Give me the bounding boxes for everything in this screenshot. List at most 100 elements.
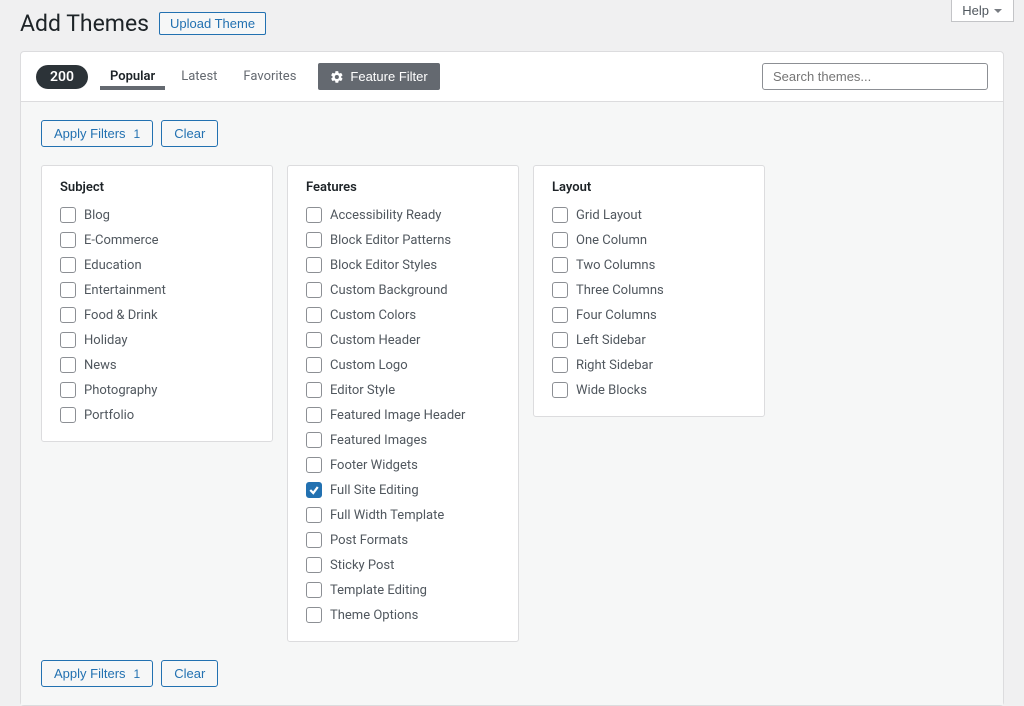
filter-option[interactable]: Food & Drink xyxy=(60,307,254,323)
filter-option[interactable]: Full Site Editing xyxy=(306,482,500,498)
filter-option-label: Photography xyxy=(84,383,157,398)
apply-filters-button-top[interactable]: Apply Filters 1 xyxy=(41,120,153,147)
checkbox[interactable] xyxy=(306,482,322,498)
clear-filters-button-top[interactable]: Clear xyxy=(161,120,218,147)
chevron-down-icon xyxy=(993,6,1003,16)
checkbox[interactable] xyxy=(306,582,322,598)
filter-option[interactable]: E-Commerce xyxy=(60,232,254,248)
checkbox[interactable] xyxy=(60,257,76,273)
checkbox[interactable] xyxy=(60,407,76,423)
filter-option[interactable]: Left Sidebar xyxy=(552,332,746,348)
checkbox[interactable] xyxy=(60,357,76,373)
apply-filters-label: Apply Filters xyxy=(54,666,126,681)
filter-option[interactable]: Footer Widgets xyxy=(306,457,500,473)
checkbox[interactable] xyxy=(552,307,568,323)
filter-option[interactable]: Blog xyxy=(60,207,254,223)
upload-theme-button[interactable]: Upload Theme xyxy=(159,12,266,35)
filter-group-title: Subject xyxy=(60,180,254,195)
checkbox[interactable] xyxy=(306,232,322,248)
checkbox[interactable] xyxy=(306,432,322,448)
filter-option[interactable]: Portfolio xyxy=(60,407,254,423)
theme-count: 200 xyxy=(36,65,88,89)
filter-option-label: Portfolio xyxy=(84,408,134,423)
filter-option[interactable]: Three Columns xyxy=(552,282,746,298)
search-input[interactable] xyxy=(762,63,988,90)
filter-option[interactable]: Grid Layout xyxy=(552,207,746,223)
checkbox[interactable] xyxy=(552,232,568,248)
filter-option[interactable]: Photography xyxy=(60,382,254,398)
filter-option[interactable]: Custom Background xyxy=(306,282,500,298)
filter-option[interactable]: Right Sidebar xyxy=(552,357,746,373)
checkbox[interactable] xyxy=(552,282,568,298)
filter-option[interactable]: Post Formats xyxy=(306,532,500,548)
filter-option[interactable]: Education xyxy=(60,257,254,273)
filter-option[interactable]: Four Columns xyxy=(552,307,746,323)
checkbox[interactable] xyxy=(60,307,76,323)
checkbox[interactable] xyxy=(60,332,76,348)
checkbox[interactable] xyxy=(306,557,322,573)
checkbox[interactable] xyxy=(306,607,322,623)
filter-tab-popular[interactable]: Popular xyxy=(100,63,165,90)
filter-option[interactable]: Featured Image Header xyxy=(306,407,500,423)
checkbox[interactable] xyxy=(552,257,568,273)
filter-option[interactable]: Editor Style xyxy=(306,382,500,398)
filter-option[interactable]: Custom Header xyxy=(306,332,500,348)
filter-option[interactable]: Template Editing xyxy=(306,582,500,598)
checkbox[interactable] xyxy=(552,357,568,373)
filter-option-label: Custom Background xyxy=(330,283,448,298)
checkbox[interactable] xyxy=(552,382,568,398)
checkbox[interactable] xyxy=(306,457,322,473)
filter-drawer: Apply Filters 1 Clear Subject Blog E-Comme… xyxy=(21,102,1003,705)
filter-tab-latest[interactable]: Latest xyxy=(171,63,227,90)
filter-option[interactable]: Theme Options xyxy=(306,607,500,623)
checkbox[interactable] xyxy=(306,282,322,298)
checkbox[interactable] xyxy=(60,282,76,298)
filter-option-label: Right Sidebar xyxy=(576,358,653,373)
filter-option[interactable]: Entertainment xyxy=(60,282,254,298)
filter-option-label: Two Columns xyxy=(576,258,655,273)
checkbox[interactable] xyxy=(306,332,322,348)
clear-filters-button-bottom[interactable]: Clear xyxy=(161,660,218,687)
feature-filter-button[interactable]: Feature Filter xyxy=(318,63,439,90)
filter-option[interactable]: Block Editor Styles xyxy=(306,257,500,273)
checkbox[interactable] xyxy=(306,407,322,423)
filter-option[interactable]: Full Width Template xyxy=(306,507,500,523)
checkbox[interactable] xyxy=(552,207,568,223)
apply-filters-button-bottom[interactable]: Apply Filters 1 xyxy=(41,660,153,687)
filter-option[interactable]: Block Editor Patterns xyxy=(306,232,500,248)
gear-icon xyxy=(330,70,344,84)
filter-option-label: E-Commerce xyxy=(84,233,159,248)
filter-option-label: Theme Options xyxy=(330,608,418,623)
checkbox[interactable] xyxy=(60,232,76,248)
filter-option-label: Post Formats xyxy=(330,533,408,548)
apply-filters-label: Apply Filters xyxy=(54,126,126,141)
filter-option[interactable]: Featured Images xyxy=(306,432,500,448)
checkbox[interactable] xyxy=(306,207,322,223)
checkbox[interactable] xyxy=(60,382,76,398)
filter-option-label: Left Sidebar xyxy=(576,333,646,348)
filter-option[interactable]: Custom Logo xyxy=(306,357,500,373)
filter-option-label: Template Editing xyxy=(330,583,427,598)
checkbox[interactable] xyxy=(306,532,322,548)
help-tab[interactable]: Help xyxy=(951,0,1014,22)
checkbox[interactable] xyxy=(552,332,568,348)
checkbox[interactable] xyxy=(306,382,322,398)
checkbox[interactable] xyxy=(306,307,322,323)
checkbox[interactable] xyxy=(306,507,322,523)
filter-option[interactable]: Sticky Post xyxy=(306,557,500,573)
filter-option[interactable]: Two Columns xyxy=(552,257,746,273)
filter-option-label: Blog xyxy=(84,208,110,223)
filter-option[interactable]: Wide Blocks xyxy=(552,382,746,398)
checkbox[interactable] xyxy=(306,257,322,273)
filter-option-label: Custom Header xyxy=(330,333,420,348)
filter-option[interactable]: Accessibility Ready xyxy=(306,207,500,223)
checkbox[interactable] xyxy=(60,207,76,223)
filter-option[interactable]: One Column xyxy=(552,232,746,248)
filter-tab-favorites[interactable]: Favorites xyxy=(233,63,306,90)
filter-option[interactable]: News xyxy=(60,357,254,373)
page-title: Add Themes xyxy=(20,10,149,37)
filter-option[interactable]: Custom Colors xyxy=(306,307,500,323)
checkbox[interactable] xyxy=(306,357,322,373)
filter-option-label: Holiday xyxy=(84,333,127,348)
filter-option[interactable]: Holiday xyxy=(60,332,254,348)
